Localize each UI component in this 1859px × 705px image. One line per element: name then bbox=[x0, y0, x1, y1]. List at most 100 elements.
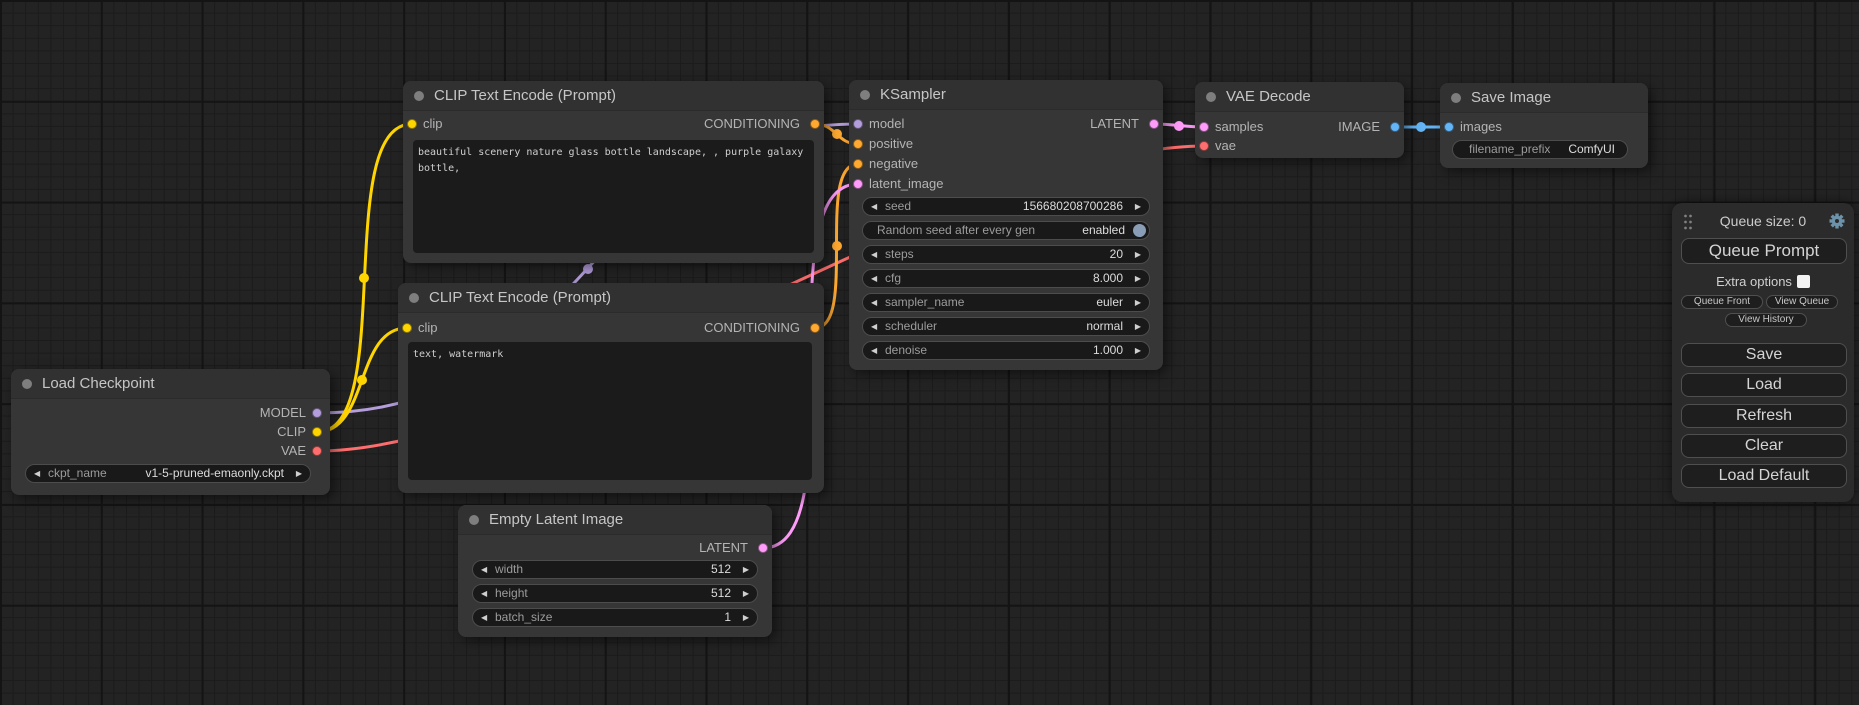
scheduler-widget[interactable]: scheduler normal bbox=[862, 317, 1150, 336]
widget-label: filename_prefix bbox=[1469, 141, 1550, 157]
settings-gear-icon[interactable] bbox=[1829, 213, 1845, 229]
extra-options-row: Extra options bbox=[1672, 274, 1854, 289]
negative-input-port[interactable] bbox=[853, 159, 863, 169]
increment-arrow-icon[interactable] bbox=[1135, 270, 1141, 287]
filename-prefix-widget[interactable]: filename_prefix ComfyUI bbox=[1452, 140, 1628, 159]
node-title-bar[interactable]: Empty Latent Image bbox=[458, 505, 772, 535]
increment-arrow-icon[interactable] bbox=[743, 585, 749, 602]
clip-input-port[interactable] bbox=[402, 323, 412, 333]
node-title: CLIP Text Encode (Prompt) bbox=[429, 289, 611, 306]
collapse-dot-icon[interactable] bbox=[1451, 93, 1461, 103]
toggle-circle-icon[interactable] bbox=[1133, 224, 1146, 237]
load-button[interactable]: Load bbox=[1681, 373, 1847, 397]
decrement-arrow-icon[interactable] bbox=[34, 465, 40, 482]
increment-arrow-icon[interactable] bbox=[1135, 318, 1141, 335]
prompt-textarea[interactable]: beautiful scenery nature glass bottle la… bbox=[413, 140, 814, 253]
conditioning-output-port[interactable] bbox=[810, 119, 820, 129]
output-label-conditioning: CONDITIONING bbox=[704, 319, 800, 337]
load-default-button[interactable]: Load Default bbox=[1681, 464, 1847, 488]
decrement-arrow-icon[interactable] bbox=[871, 294, 877, 311]
increment-arrow-icon[interactable] bbox=[1135, 198, 1141, 215]
cfg-widget[interactable]: cfg 8.000 bbox=[862, 269, 1150, 288]
decrement-arrow-icon[interactable] bbox=[871, 342, 877, 359]
seed-widget[interactable]: seed 156680208700286 bbox=[862, 197, 1150, 216]
prompt-textarea[interactable]: text, watermark bbox=[408, 342, 812, 480]
node-title-bar[interactable]: Save Image bbox=[1440, 83, 1648, 113]
node-ksampler[interactable]: KSampler model positive negative latent_… bbox=[849, 80, 1163, 370]
sampler-name-widget[interactable]: sampler_name euler bbox=[862, 293, 1150, 312]
widget-value: normal bbox=[1086, 318, 1123, 334]
queue-panel[interactable]: Queue size: 0 Queue Prompt Extra options… bbox=[1672, 203, 1854, 502]
height-widget[interactable]: height 512 bbox=[472, 584, 758, 603]
model-output-port[interactable] bbox=[312, 408, 322, 418]
width-widget[interactable]: width 512 bbox=[472, 560, 758, 579]
node-title: Load Checkpoint bbox=[42, 375, 155, 392]
clear-button[interactable]: Clear bbox=[1681, 434, 1847, 458]
batch-size-widget[interactable]: batch_size 1 bbox=[472, 608, 758, 627]
increment-arrow-icon[interactable] bbox=[1135, 342, 1141, 359]
collapse-dot-icon[interactable] bbox=[860, 90, 870, 100]
node-load-checkpoint[interactable]: Load Checkpoint MODEL CLIP VAE ckpt_name… bbox=[11, 369, 330, 495]
decrement-arrow-icon[interactable] bbox=[481, 561, 487, 578]
extra-options-checkbox[interactable] bbox=[1797, 275, 1810, 288]
node-title-bar[interactable]: CLIP Text Encode (Prompt) bbox=[403, 81, 824, 111]
denoise-widget[interactable]: denoise 1.000 bbox=[862, 341, 1150, 360]
image-output-port[interactable] bbox=[1390, 122, 1400, 132]
node-empty-latent-image[interactable]: Empty Latent Image LATENT width 512 heig… bbox=[458, 505, 772, 637]
widget-value: 512 bbox=[711, 585, 731, 601]
ckpt-name-widget[interactable]: ckpt_name v1-5-pruned-emaonly.ckpt bbox=[25, 464, 311, 483]
widget-value: 512 bbox=[711, 561, 731, 577]
latent-output-port[interactable] bbox=[1149, 119, 1159, 129]
view-history-button[interactable]: View History bbox=[1725, 313, 1807, 327]
increment-arrow-icon[interactable] bbox=[743, 561, 749, 578]
increment-arrow-icon[interactable] bbox=[296, 465, 302, 482]
latent-image-input-port[interactable] bbox=[853, 179, 863, 189]
decrement-arrow-icon[interactable] bbox=[481, 609, 487, 626]
decrement-arrow-icon[interactable] bbox=[871, 270, 877, 287]
view-queue-button[interactable]: View Queue bbox=[1766, 295, 1838, 309]
collapse-dot-icon[interactable] bbox=[409, 293, 419, 303]
decrement-arrow-icon[interactable] bbox=[481, 585, 487, 602]
node-title-bar[interactable]: Load Checkpoint bbox=[11, 369, 330, 399]
widget-value: euler bbox=[1096, 294, 1123, 310]
collapse-dot-icon[interactable] bbox=[22, 379, 32, 389]
model-input-port[interactable] bbox=[853, 119, 863, 129]
node-title-bar[interactable]: KSampler bbox=[849, 80, 1163, 110]
node-title-bar[interactable]: VAE Decode bbox=[1195, 82, 1404, 112]
increment-arrow-icon[interactable] bbox=[743, 609, 749, 626]
vae-output-port[interactable] bbox=[312, 446, 322, 456]
save-button[interactable]: Save bbox=[1681, 343, 1847, 367]
node-clip-text-encode-positive[interactable]: CLIP Text Encode (Prompt) clip CONDITION… bbox=[403, 81, 824, 263]
random-seed-widget[interactable]: Random seed after every gen enabled bbox=[862, 221, 1150, 240]
steps-widget[interactable]: steps 20 bbox=[862, 245, 1150, 264]
node-save-image[interactable]: Save Image images filename_prefix ComfyU… bbox=[1440, 83, 1648, 168]
collapse-dot-icon[interactable] bbox=[1206, 92, 1216, 102]
refresh-button[interactable]: Refresh bbox=[1681, 404, 1847, 428]
latent-output-port[interactable] bbox=[758, 543, 768, 553]
increment-arrow-icon[interactable] bbox=[1135, 294, 1141, 311]
node-title-bar[interactable]: CLIP Text Encode (Prompt) bbox=[398, 283, 824, 313]
decrement-arrow-icon[interactable] bbox=[871, 198, 877, 215]
images-input-port[interactable] bbox=[1444, 122, 1454, 132]
comfyui-canvas[interactable]: { "colors": { "model": "#b39ddb", "clip"… bbox=[0, 0, 1859, 705]
positive-input-port[interactable] bbox=[853, 139, 863, 149]
collapse-dot-icon[interactable] bbox=[469, 515, 479, 525]
output-label-latent: LATENT bbox=[1090, 115, 1139, 133]
decrement-arrow-icon[interactable] bbox=[871, 318, 877, 335]
queue-prompt-button[interactable]: Queue Prompt bbox=[1681, 238, 1847, 264]
node-title: Save Image bbox=[1471, 89, 1551, 106]
node-vae-decode[interactable]: VAE Decode samples vae IMAGE bbox=[1195, 82, 1404, 158]
samples-input-port[interactable] bbox=[1199, 122, 1209, 132]
widget-value: 1 bbox=[724, 609, 731, 625]
decrement-arrow-icon[interactable] bbox=[871, 246, 877, 263]
conditioning-output-port[interactable] bbox=[810, 323, 820, 333]
node-clip-text-encode-negative[interactable]: CLIP Text Encode (Prompt) clip CONDITION… bbox=[398, 283, 824, 493]
queue-front-button[interactable]: Queue Front bbox=[1681, 295, 1763, 309]
increment-arrow-icon[interactable] bbox=[1135, 246, 1141, 263]
collapse-dot-icon[interactable] bbox=[414, 91, 424, 101]
vae-input-port[interactable] bbox=[1199, 141, 1209, 151]
clip-output-port[interactable] bbox=[312, 427, 322, 437]
clip-input-port[interactable] bbox=[407, 119, 417, 129]
output-label-model: MODEL bbox=[260, 404, 306, 422]
input-label-negative: negative bbox=[869, 155, 918, 173]
